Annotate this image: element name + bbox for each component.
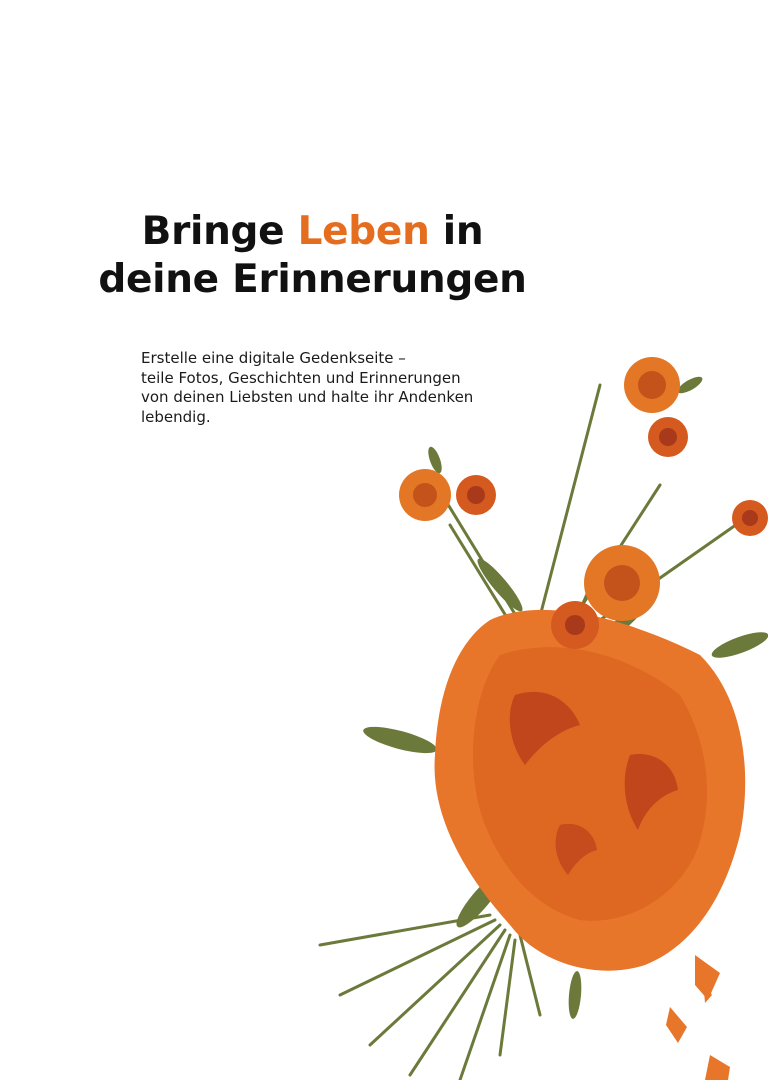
headline-line-2: deine Erinnerungen [98, 257, 527, 302]
hero-headline: Bringe Leben in deine Erinnerungen [90, 208, 535, 304]
headline-part-after: in [429, 209, 484, 254]
headline-accent-word: Leben [297, 209, 430, 254]
hero-section: Bringe Leben in deine Erinnerungen Erste… [0, 0, 768, 1080]
headline-part-before: Bringe [141, 209, 298, 254]
marigold-bouquet-illustration [318, 357, 768, 1080]
marigold-blossoms [399, 357, 768, 649]
falling-petals [666, 955, 730, 1080]
